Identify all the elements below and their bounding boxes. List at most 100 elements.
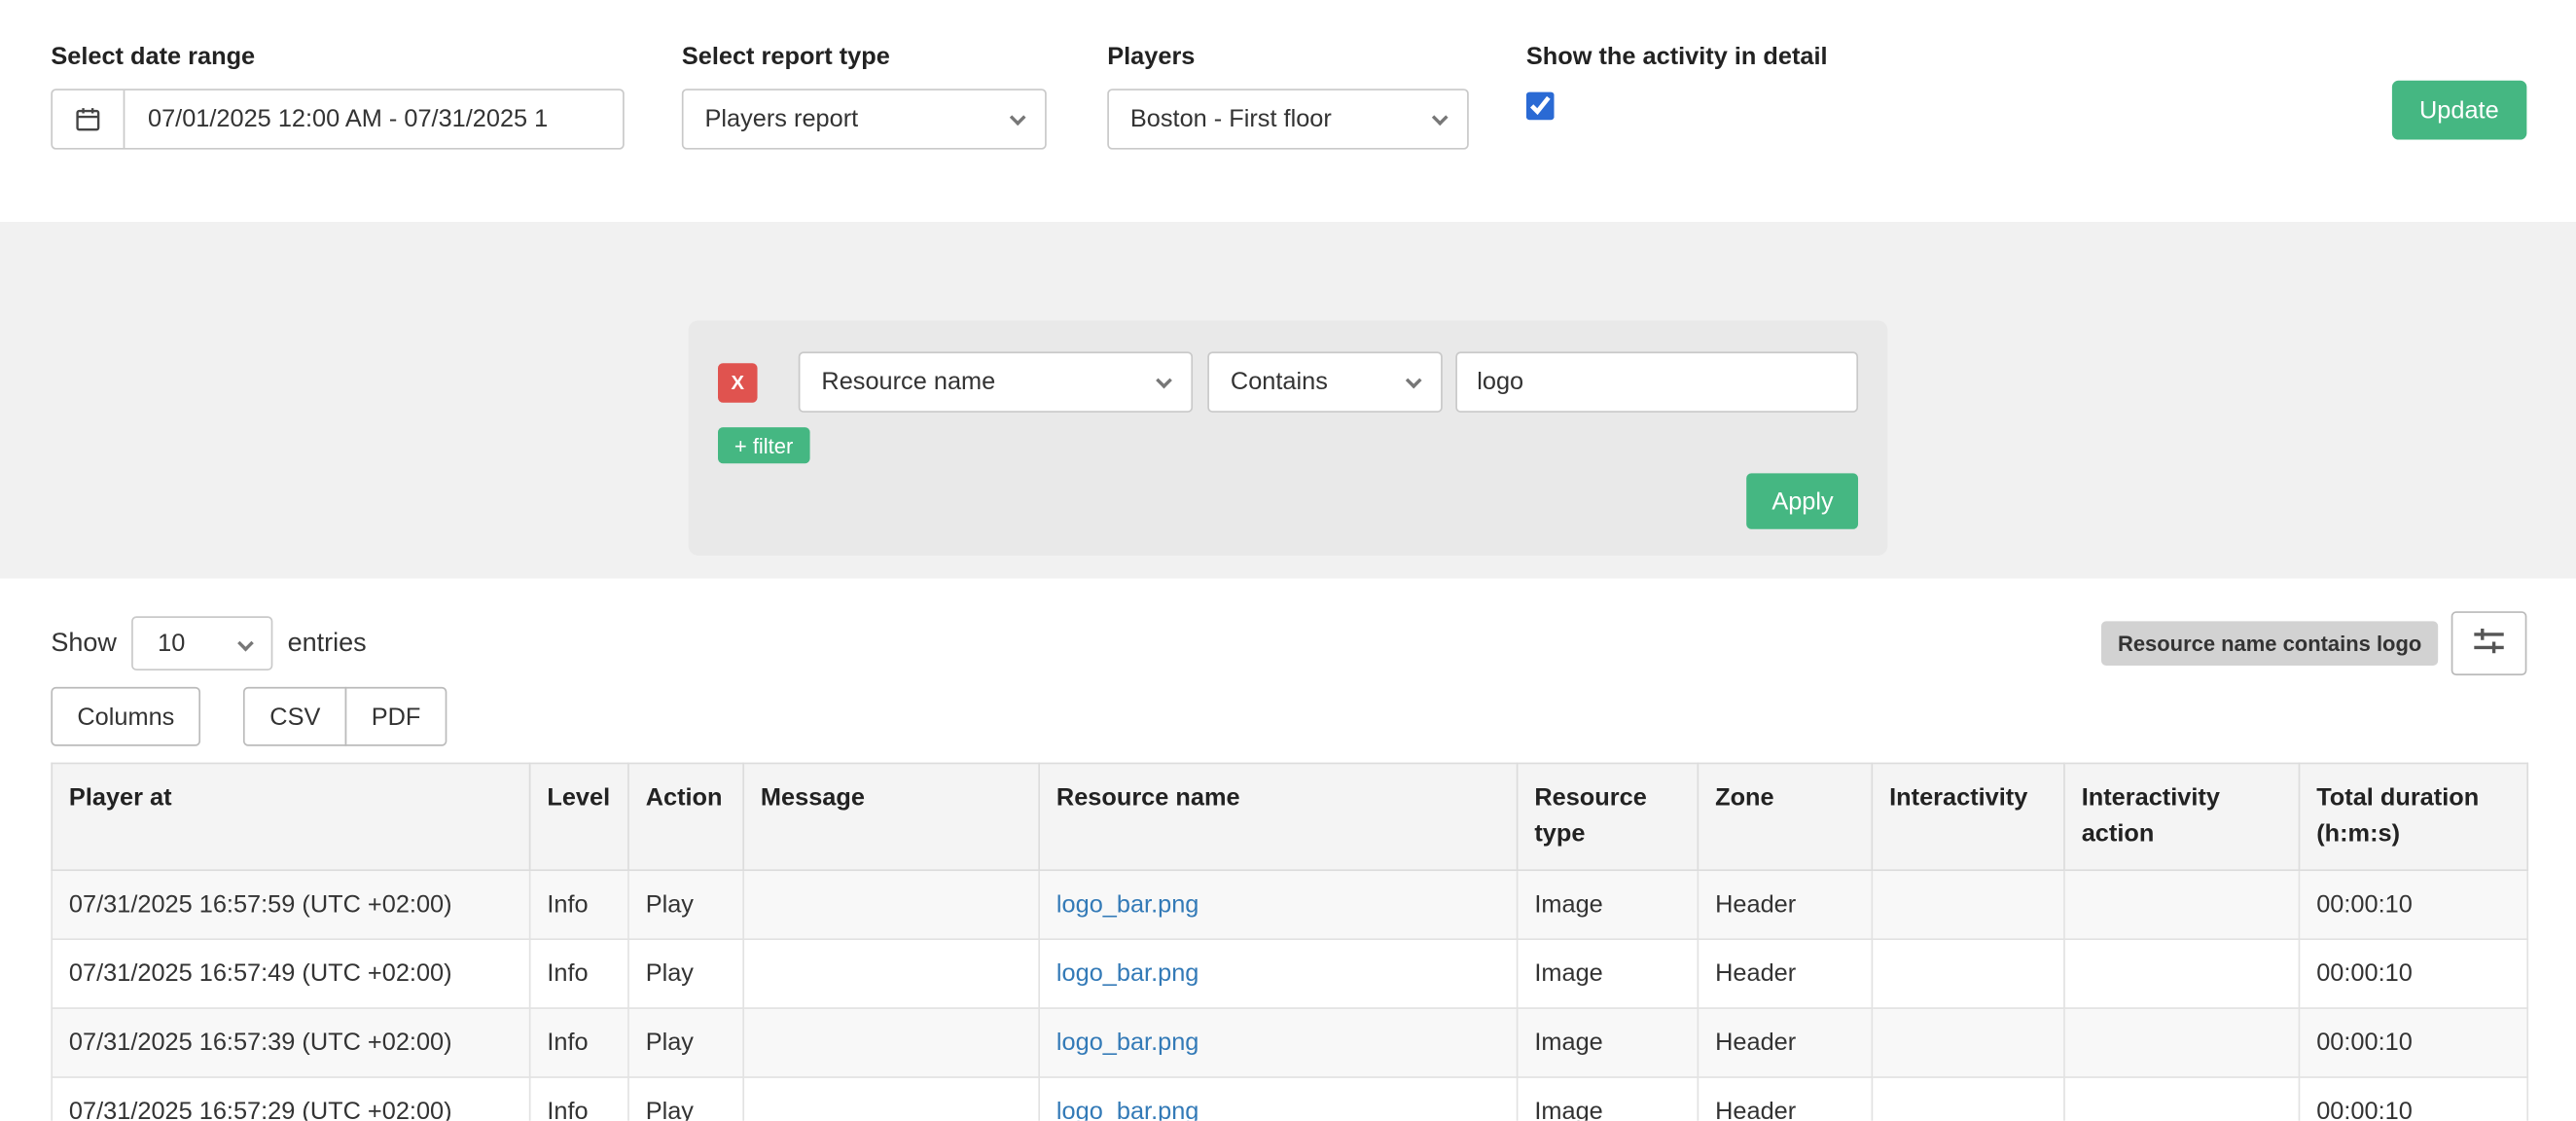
resource-link[interactable]: logo_bar.png: [1056, 1097, 1199, 1120]
add-filter-button[interactable]: + filter: [718, 427, 809, 463]
pdf-export-button[interactable]: PDF: [345, 687, 447, 746]
activity-detail-group: Show the activity in detail: [1526, 43, 1828, 128]
column-header-resource-type[interactable]: Resource type: [1518, 763, 1699, 869]
column-header-resource-name[interactable]: Resource name: [1039, 763, 1517, 869]
players-report-page: Select date range 07/01/2025 12:00 AM - …: [0, 0, 2576, 1121]
date-range-value: 07/01/2025 12:00 AM - 07/31/2025 1: [125, 90, 548, 148]
resource-link[interactable]: logo_bar.png: [1056, 889, 1199, 918]
entries-count-value: 10: [158, 630, 185, 658]
resource-link[interactable]: logo_bar.png: [1056, 1028, 1199, 1056]
chevron-down-icon: [1156, 373, 1172, 389]
players-label: Players: [1107, 43, 1469, 71]
table-row: 07/31/2025 16:57:29 (UTC +02:00)InfoPlay…: [52, 1076, 2527, 1121]
report-controls-bar: Select date range 07/01/2025 12:00 AM - …: [0, 0, 2576, 222]
table-cell: [2064, 938, 2299, 1007]
column-header-level[interactable]: Level: [530, 763, 628, 869]
activity-detail-checkbox[interactable]: [1526, 92, 1555, 121]
table-cell: Header: [1698, 1076, 1872, 1121]
export-button-group: CSV PDF: [243, 687, 447, 746]
date-range-input[interactable]: 07/01/2025 12:00 AM - 07/31/2025 1: [51, 89, 624, 149]
table-cell: 07/31/2025 16:57:29 (UTC +02:00): [52, 1076, 529, 1121]
show-label: Show: [51, 629, 117, 658]
report-type-select[interactable]: Players report: [682, 89, 1047, 149]
column-header-action[interactable]: Action: [628, 763, 743, 869]
table-cell: Header: [1698, 938, 1872, 1007]
table-cell: [743, 869, 1039, 938]
filter-value-input[interactable]: [1455, 351, 1858, 412]
active-filter-badge: Resource name contains logo: [2101, 621, 2438, 666]
table-cell: logo_bar.png: [1039, 869, 1517, 938]
table-cell: 00:00:10: [2299, 869, 2527, 938]
report-type-group: Select report type Players report: [682, 43, 1047, 150]
players-value: Boston - First floor: [1130, 105, 1332, 133]
chevron-down-icon: [237, 635, 254, 652]
table-cell: 07/31/2025 16:57:59 (UTC +02:00): [52, 869, 529, 938]
filter-operator-value: Contains: [1231, 368, 1328, 396]
entries-count-select[interactable]: 10: [131, 616, 272, 670]
filter-row: X Resource name Contains: [718, 351, 1858, 412]
column-header-interactivity-action[interactable]: Interactivity action: [2064, 763, 2299, 869]
remove-filter-button[interactable]: X: [718, 362, 758, 402]
csv-export-button[interactable]: CSV: [243, 687, 346, 746]
table-cell: Info: [530, 1007, 628, 1076]
activity-detail-label: Show the activity in detail: [1526, 43, 1828, 71]
table-cell: logo_bar.png: [1039, 1007, 1517, 1076]
table-cell: Info: [530, 938, 628, 1007]
table-cell: Info: [530, 869, 628, 938]
table-cell: [1872, 938, 2064, 1007]
update-button[interactable]: Update: [2391, 81, 2526, 140]
table-cell: Image: [1518, 869, 1699, 938]
column-header-zone[interactable]: Zone: [1698, 763, 1872, 869]
show-entries-row: Show 10 entries Resource name contains l…: [51, 611, 2526, 675]
chevron-down-icon: [1010, 109, 1026, 126]
table-cell: [1872, 869, 2064, 938]
table-cell: Header: [1698, 1007, 1872, 1076]
calendar-icon: [53, 90, 125, 148]
table-row: 07/31/2025 16:57:59 (UTC +02:00)InfoPlay…: [52, 869, 2527, 938]
resource-link[interactable]: logo_bar.png: [1056, 958, 1199, 987]
table-cell: 07/31/2025 16:57:49 (UTC +02:00): [52, 938, 529, 1007]
table-row: 07/31/2025 16:57:49 (UTC +02:00)InfoPlay…: [52, 938, 2527, 1007]
report-table-body: 07/31/2025 16:57:59 (UTC +02:00)InfoPlay…: [52, 869, 2527, 1120]
sliders-icon: [2473, 626, 2506, 660]
table-cell: [1872, 1007, 2064, 1076]
column-header-message[interactable]: Message: [743, 763, 1039, 869]
apply-button[interactable]: Apply: [1747, 473, 1858, 528]
table-cell: Info: [530, 1076, 628, 1121]
report-table: Player at Level Action Message Resource …: [51, 763, 2528, 1121]
columns-button[interactable]: Columns: [51, 687, 200, 746]
table-cell: Play: [628, 869, 743, 938]
table-cell: [743, 938, 1039, 1007]
export-buttons-row: Columns CSV PDF: [51, 687, 2526, 746]
table-cell: [743, 1007, 1039, 1076]
table-cell: logo_bar.png: [1039, 938, 1517, 1007]
report-type-label: Select report type: [682, 43, 1047, 71]
filter-field-select[interactable]: Resource name: [799, 351, 1193, 412]
filter-panel: X Resource name Contains + filter Apply: [689, 320, 1888, 555]
table-cell: Play: [628, 1007, 743, 1076]
results-section: Show 10 entries Resource name contains l…: [0, 611, 2576, 1121]
column-header-total-duration[interactable]: Total duration (h:m:s): [2299, 763, 2527, 869]
table-cell: 00:00:10: [2299, 1076, 2527, 1121]
table-cell: [2064, 1007, 2299, 1076]
table-cell: 00:00:10: [2299, 938, 2527, 1007]
table-row: 07/31/2025 16:57:39 (UTC +02:00)InfoPlay…: [52, 1007, 2527, 1076]
filter-operator-select[interactable]: Contains: [1207, 351, 1442, 412]
filter-band: X Resource name Contains + filter Apply: [0, 222, 2576, 578]
chevron-down-icon: [1406, 373, 1422, 389]
entries-label: entries: [288, 629, 367, 658]
date-range-group: Select date range 07/01/2025 12:00 AM - …: [51, 43, 624, 150]
table-cell: Image: [1518, 1076, 1699, 1121]
table-cell: [2064, 1076, 2299, 1121]
table-cell: [1872, 1076, 2064, 1121]
players-group: Players Boston - First floor: [1107, 43, 1469, 150]
column-header-player-at[interactable]: Player at: [52, 763, 529, 869]
date-range-label: Select date range: [51, 43, 624, 71]
players-select[interactable]: Boston - First floor: [1107, 89, 1469, 149]
toggle-filters-button[interactable]: [2451, 611, 2527, 675]
table-cell: Play: [628, 1076, 743, 1121]
chevron-down-icon: [1432, 109, 1449, 126]
table-cell: Play: [628, 938, 743, 1007]
table-cell: [743, 1076, 1039, 1121]
column-header-interactivity[interactable]: Interactivity: [1872, 763, 2064, 869]
